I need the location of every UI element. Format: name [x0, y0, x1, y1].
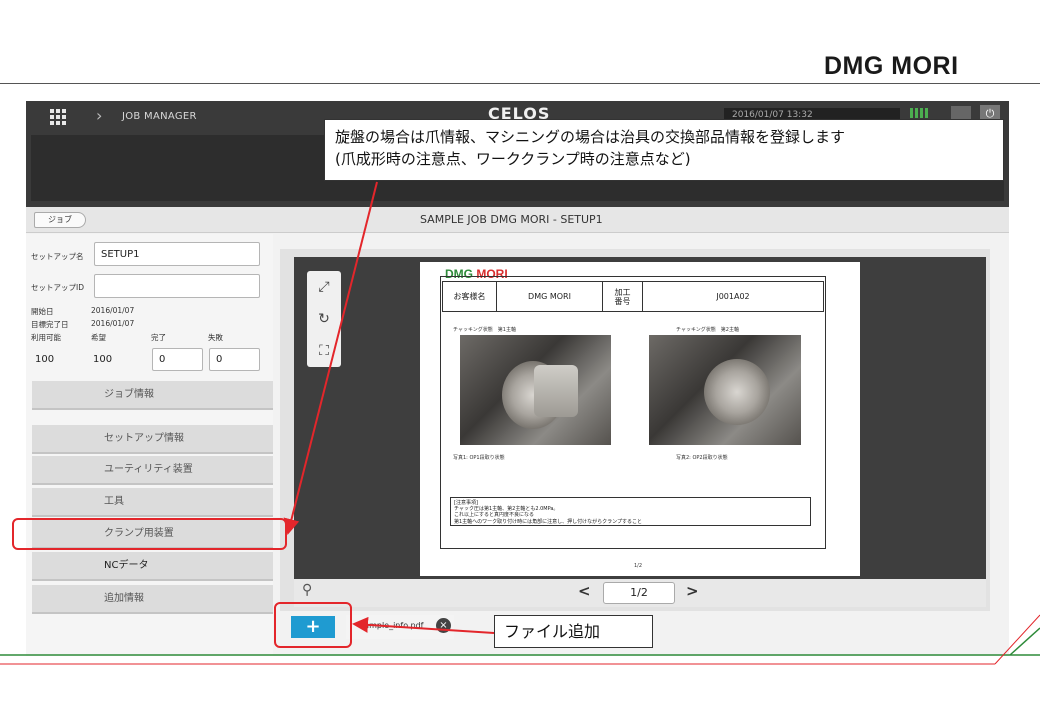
slide: DMG MORI › JOB MANAGER CELOS 2016/01/07 …	[0, 0, 1040, 720]
footer-decoration	[0, 614, 1040, 665]
